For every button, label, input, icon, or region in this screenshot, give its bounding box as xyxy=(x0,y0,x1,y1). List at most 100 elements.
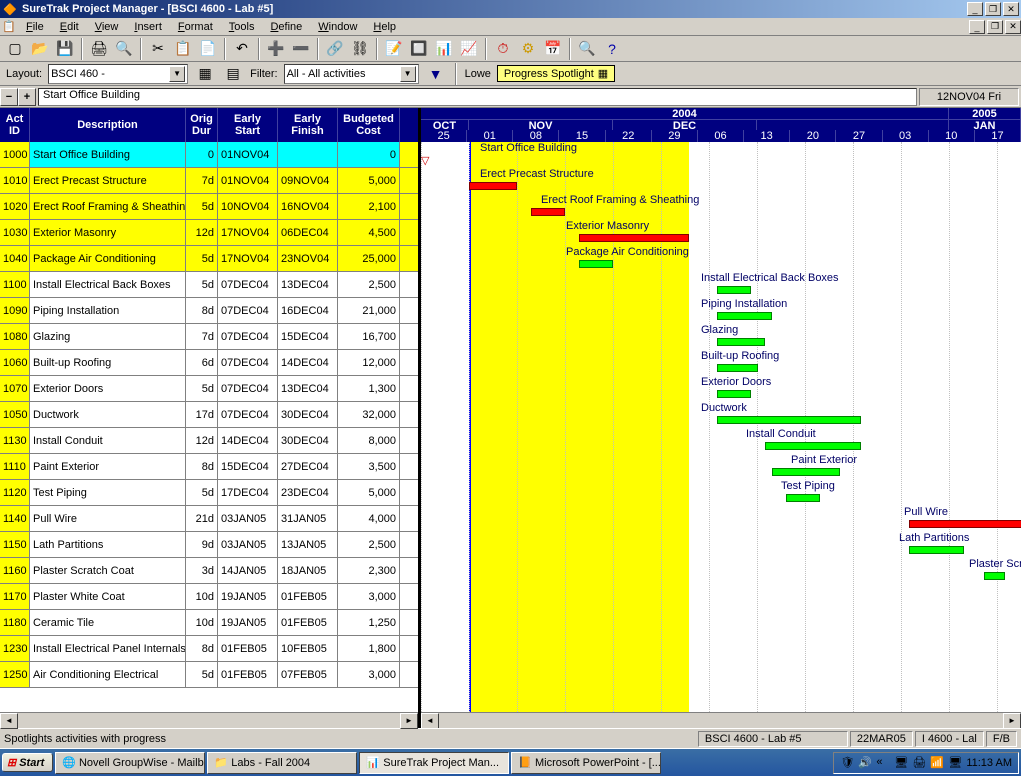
table-row[interactable]: 1050Ductwork17d07DEC0430DEC0432,000 xyxy=(0,402,418,428)
gantt-bar[interactable] xyxy=(909,546,964,554)
cell-desc[interactable]: Plaster White Coat xyxy=(30,584,186,609)
tray-icon[interactable]: 🔊 xyxy=(858,756,872,770)
cell-ef[interactable]: 13JAN05 xyxy=(278,532,338,557)
cell-ef[interactable]: 31JAN05 xyxy=(278,506,338,531)
preview-icon[interactable]: 🔍 xyxy=(113,38,135,60)
cell-bc[interactable]: 4,000 xyxy=(338,506,400,531)
menu-window[interactable]: Window xyxy=(310,20,365,34)
table-row[interactable]: 1000Start Office Building001NOV040 xyxy=(0,142,418,168)
tray-icon[interactable]: 📶 xyxy=(930,756,944,770)
cell-desc[interactable]: Paint Exterior xyxy=(30,454,186,479)
cell-desc[interactable]: Plaster Scratch Coat xyxy=(30,558,186,583)
cell-es[interactable]: 14JAN05 xyxy=(218,558,278,583)
menu-edit[interactable]: Edit xyxy=(52,20,87,34)
menu-tools[interactable]: Tools xyxy=(221,20,263,34)
cell-id[interactable]: 1020 xyxy=(0,194,30,219)
cell-dur[interactable]: 5d xyxy=(186,246,218,271)
cell-bc[interactable]: 32,000 xyxy=(338,402,400,427)
gantt-bar[interactable] xyxy=(531,208,565,216)
table-row[interactable]: 1160Plaster Scratch Coat3d14JAN0518JAN05… xyxy=(0,558,418,584)
update-icon[interactable]: 📅 xyxy=(542,38,564,60)
cell-desc[interactable]: Erect Precast Structure xyxy=(30,168,186,193)
gantt-bar[interactable] xyxy=(984,572,1005,580)
layout-combo[interactable]: BSCI 460 - ▼ xyxy=(48,64,188,84)
cell-dur[interactable]: 5d xyxy=(186,662,218,687)
cell-ef[interactable]: 01FEB05 xyxy=(278,584,338,609)
cell-desc[interactable]: Start Office Building xyxy=(30,142,186,167)
cell-bc[interactable]: 1,300 xyxy=(338,376,400,401)
cell-ef[interactable]: 16DEC04 xyxy=(278,298,338,323)
cell-bc[interactable]: 2,500 xyxy=(338,532,400,557)
cell-dur[interactable]: 8d xyxy=(186,454,218,479)
form-icon[interactable]: 📝 xyxy=(383,38,405,60)
cell-bc[interactable]: 0 xyxy=(338,142,400,167)
cell-ef[interactable]: 14DEC04 xyxy=(278,350,338,375)
gantt-bar[interactable] xyxy=(765,442,861,450)
cell-bc[interactable]: 12,000 xyxy=(338,350,400,375)
menu-file[interactable]: File xyxy=(18,20,52,34)
delete-icon[interactable]: ➖ xyxy=(290,38,312,60)
cell-id[interactable]: 1000 xyxy=(0,142,30,167)
menu-insert[interactable]: Insert xyxy=(126,20,170,34)
help-icon[interactable]: ? xyxy=(601,38,623,60)
collapse-button[interactable]: − xyxy=(0,88,18,106)
col-act-id[interactable]: Act ID xyxy=(0,108,30,142)
gantt-bar[interactable] xyxy=(717,286,751,294)
cell-desc[interactable]: Lath Partitions xyxy=(30,532,186,557)
cell-bc[interactable]: 2,300 xyxy=(338,558,400,583)
cell-ef[interactable]: 07FEB05 xyxy=(278,662,338,687)
cell-edit-input[interactable]: Start Office Building xyxy=(38,88,917,106)
table-row[interactable]: 1100Install Electrical Back Boxes5d07DEC… xyxy=(0,272,418,298)
table-row[interactable]: 1250Air Conditioning Electrical5d01FEB05… xyxy=(0,662,418,688)
cell-id[interactable]: 1180 xyxy=(0,610,30,635)
cell-bc[interactable]: 1,250 xyxy=(338,610,400,635)
cell-dur[interactable]: 10d xyxy=(186,610,218,635)
gantt-hscrollbar[interactable] xyxy=(421,712,1021,728)
cell-id[interactable]: 1250 xyxy=(0,662,30,687)
gantt-bar[interactable] xyxy=(786,494,820,502)
table-row[interactable]: 1090Piping Installation8d07DEC0416DEC042… xyxy=(0,298,418,324)
cell-id[interactable]: 1010 xyxy=(0,168,30,193)
cell-dur[interactable]: 5d xyxy=(186,480,218,505)
cell-dur[interactable]: 5d xyxy=(186,272,218,297)
table-row[interactable]: 1080Glazing7d07DEC0415DEC0416,700 xyxy=(0,324,418,350)
table-row[interactable]: 1150Lath Partitions9d03JAN0513JAN052,500 xyxy=(0,532,418,558)
col-early-start[interactable]: Early Start xyxy=(218,108,278,142)
new-icon[interactable]: ▢ xyxy=(4,38,26,60)
cell-ef[interactable]: 27DEC04 xyxy=(278,454,338,479)
cell-ef[interactable]: 30DEC04 xyxy=(278,428,338,453)
cell-desc[interactable]: Test Piping xyxy=(30,480,186,505)
close-button[interactable]: ✕ xyxy=(1003,2,1019,16)
cell-desc[interactable]: Pull Wire xyxy=(30,506,186,531)
cell-bc[interactable]: 2,500 xyxy=(338,272,400,297)
cell-bc[interactable]: 3,500 xyxy=(338,454,400,479)
cell-ef[interactable]: 15DEC04 xyxy=(278,324,338,349)
cell-es[interactable]: 19JAN05 xyxy=(218,584,278,609)
cell-id[interactable]: 1090 xyxy=(0,298,30,323)
cell-dur[interactable]: 5d xyxy=(186,194,218,219)
funnel-icon[interactable]: ▼ xyxy=(425,63,447,85)
cell-dur[interactable]: 6d xyxy=(186,350,218,375)
cell-id[interactable]: 1060 xyxy=(0,350,30,375)
cell-desc[interactable]: Exterior Masonry xyxy=(30,220,186,245)
table-row[interactable]: 1140Pull Wire21d03JAN0531JAN054,000 xyxy=(0,506,418,532)
cell-id[interactable]: 1030 xyxy=(0,220,30,245)
cell-desc[interactable]: Install Conduit xyxy=(30,428,186,453)
cell-id[interactable]: 1070 xyxy=(0,376,30,401)
undo-icon[interactable]: ↶ xyxy=(231,38,253,60)
milestone-icon[interactable]: ▽ xyxy=(421,154,429,167)
cell-bc[interactable]: 16,700 xyxy=(338,324,400,349)
maximize-button[interactable]: ❐ xyxy=(985,2,1001,16)
cell-bc[interactable]: 2,100 xyxy=(338,194,400,219)
cell-ef[interactable]: 06DEC04 xyxy=(278,220,338,245)
cell-id[interactable]: 1040 xyxy=(0,246,30,271)
cell-desc[interactable]: Air Conditioning Electrical xyxy=(30,662,186,687)
cell-bc[interactable]: 8,000 xyxy=(338,428,400,453)
gantt-bar[interactable] xyxy=(772,468,840,476)
cell-desc[interactable]: Built-up Roofing xyxy=(30,350,186,375)
cell-id[interactable]: 1230 xyxy=(0,636,30,661)
chart-icon[interactable]: 📈 xyxy=(458,38,480,60)
menu-help[interactable]: Help xyxy=(365,20,404,34)
gantt-bar[interactable] xyxy=(717,338,765,346)
taskbar-item[interactable]: 📙Microsoft PowerPoint - [... xyxy=(511,752,661,774)
